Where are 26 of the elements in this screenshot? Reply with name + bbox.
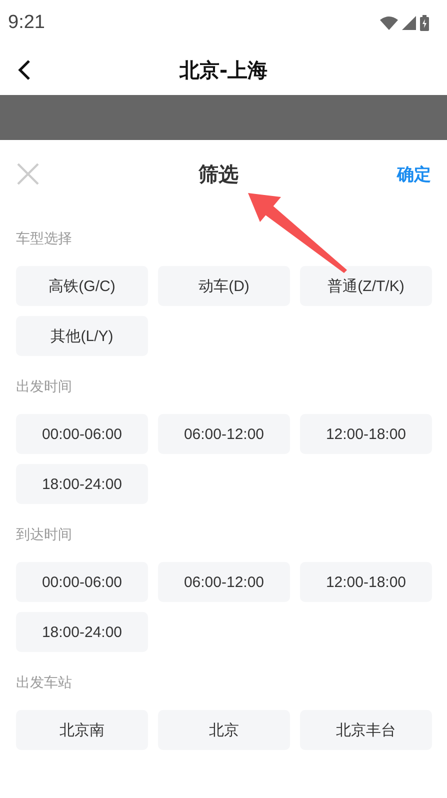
wifi-icon — [380, 16, 398, 30]
battery-icon — [420, 14, 429, 30]
filter-option[interactable]: 普通(Z/T/K) — [300, 266, 432, 306]
filter-option[interactable]: 高铁(G/C) — [16, 266, 148, 306]
filter-option[interactable]: 北京丰台 — [300, 710, 432, 750]
filter-option[interactable]: 其他(L/Y) — [16, 316, 148, 356]
back-icon[interactable] — [16, 58, 32, 82]
section-label: 到达时间 — [16, 526, 72, 544]
filter-option[interactable]: 12:00-18:00 — [300, 562, 432, 602]
sheet-title: 筛选 — [198, 160, 238, 188]
filter-option[interactable]: 06:00-12:00 — [158, 562, 290, 602]
filter-option[interactable]: 动车(D) — [158, 266, 290, 306]
section-label: 出发车站 — [16, 674, 72, 692]
filter-option[interactable]: 18:00-24:00 — [16, 464, 148, 504]
section-label: 出发时间 — [16, 378, 72, 396]
filter-option[interactable]: 00:00-06:00 — [16, 414, 148, 454]
filter-option[interactable]: 北京 — [158, 710, 290, 750]
status-time: 9:21 — [8, 12, 45, 34]
section-label: 车型选择 — [16, 230, 72, 248]
page-title: 北京-上海 — [179, 56, 268, 84]
filter-option[interactable]: 06:00-12:00 — [158, 414, 290, 454]
signal-icon — [402, 16, 416, 30]
filter-option[interactable]: 北京南 — [16, 710, 148, 750]
filter-option[interactable]: 00:00-06:00 — [16, 562, 148, 602]
filter-option[interactable]: 12:00-18:00 — [300, 414, 432, 454]
filter-option[interactable]: 18:00-24:00 — [16, 612, 148, 652]
